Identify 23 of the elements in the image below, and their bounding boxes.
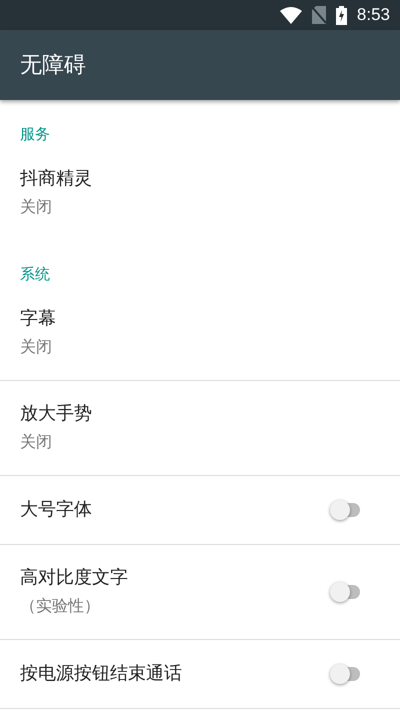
item-title: 高对比度文字	[20, 566, 128, 590]
item-summary: （实验性）	[20, 595, 101, 617]
item-title: 抖商精灵	[20, 167, 92, 191]
item-title: 大号字体	[20, 498, 92, 522]
settings-item[interactable]: 按电源按钮结束通话	[0, 640, 400, 709]
section-header: 服务	[20, 124, 51, 145]
no-sim-icon	[312, 6, 326, 24]
settings-item[interactable]: 字幕 关闭	[0, 286, 400, 381]
item-summary: 关闭	[20, 336, 53, 358]
battery-charging-icon	[336, 6, 347, 24]
item-title: 按电源按钮结束通话	[20, 662, 182, 686]
item-summary: 关闭	[20, 196, 53, 218]
settings-item[interactable]: 大号字体	[0, 476, 400, 545]
section-header: 系统	[20, 264, 51, 285]
wifi-icon	[280, 6, 302, 24]
item-title: 放大手势	[20, 402, 92, 426]
item-summary: 关闭	[20, 431, 53, 453]
settings-item[interactable]: 放大手势 关闭	[0, 381, 400, 476]
settings-item[interactable]: 高对比度文字 （实验性）	[0, 545, 400, 640]
app-bar-title: 无障碍	[20, 52, 86, 80]
settings-item[interactable]: 抖商精灵 关闭	[0, 146, 400, 240]
status-time: 8:53	[356, 5, 390, 25]
item-title: 字幕	[20, 307, 56, 331]
